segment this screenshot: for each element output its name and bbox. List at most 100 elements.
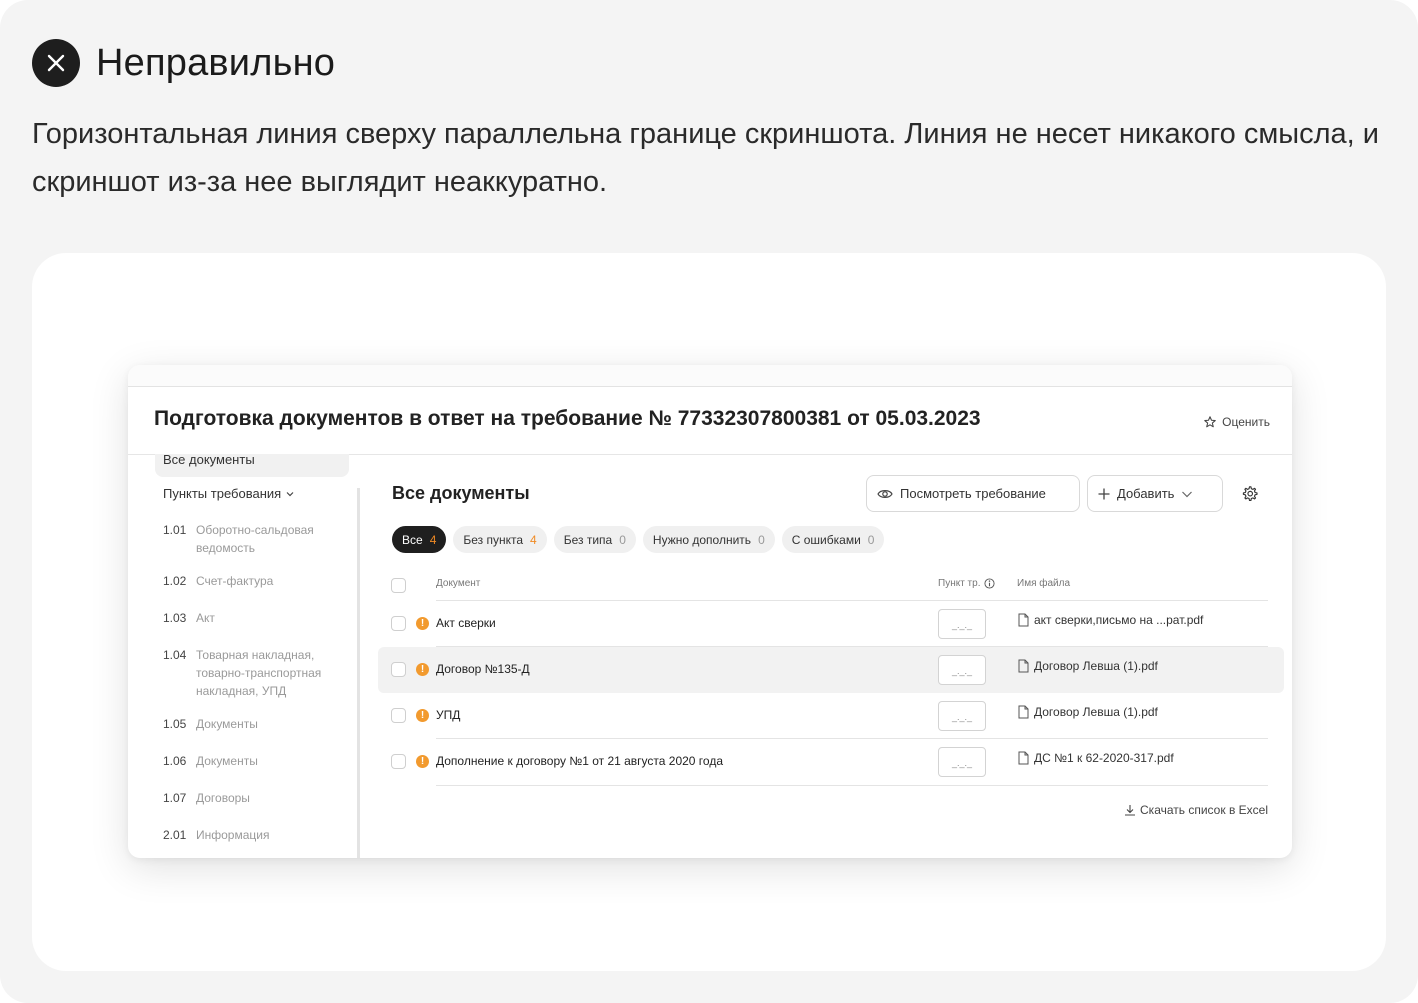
- sidebar-item-label: Счет-фактура: [196, 574, 274, 588]
- filter-label: С ошибками: [791, 532, 861, 547]
- sidebar-scrollbar[interactable]: [357, 488, 360, 858]
- filter-count: 4: [429, 532, 437, 547]
- sidebar-item-label: Документы: [196, 754, 258, 768]
- table-row[interactable]: ! УПД _._._ Договор Левша (1).pdf: [378, 693, 1284, 739]
- point-input[interactable]: _._._: [938, 655, 986, 685]
- row-checkbox[interactable]: [391, 708, 406, 723]
- sidebar-item-1-05[interactable]: 1.05 Документы: [163, 715, 336, 733]
- filter-chip-all[interactable]: Все 4: [392, 526, 447, 553]
- document-name[interactable]: Договор №135-Д: [436, 662, 530, 676]
- info-icon[interactable]: [984, 578, 996, 589]
- app-screenshot: Подготовка документов в ответ на требова…: [128, 365, 1292, 858]
- row-checkbox[interactable]: [391, 754, 406, 769]
- sidebar-item-number: 1.06: [163, 754, 187, 768]
- sidebar-item-label: Документы: [196, 717, 258, 731]
- row-checkbox[interactable]: [391, 662, 406, 677]
- sidebar-item-2-01[interactable]: 2.01 Информация: [163, 826, 336, 844]
- view-requirement-button[interactable]: Посмотреть требование: [866, 475, 1080, 512]
- column-header-document[interactable]: Документ: [436, 578, 480, 589]
- file-name-label: акт сверки,письмо на ...рат.pdf: [1034, 613, 1204, 627]
- sidebar-item-all-documents[interactable]: Все документы: [155, 454, 349, 477]
- point-input[interactable]: _._._: [938, 701, 986, 731]
- filter-label: Нужно дополнить: [652, 532, 752, 547]
- column-header-file[interactable]: Имя файла: [1017, 578, 1070, 589]
- eye-icon: [877, 489, 893, 498]
- sidebar-item-number: 1.04: [163, 648, 187, 662]
- file-name[interactable]: Договор Левша (1).pdf: [1018, 659, 1158, 673]
- point-input[interactable]: _._._: [938, 747, 986, 777]
- document-name[interactable]: Акт сверки: [436, 616, 496, 630]
- star-icon: [1204, 416, 1216, 428]
- sidebar-item-number: 1.05: [163, 717, 187, 731]
- document-name[interactable]: Дополнение к договору №1 от 21 августа 2…: [436, 754, 723, 768]
- warning-icon: !: [416, 709, 429, 722]
- download-excel-label: Скачать список в Excel: [1140, 803, 1268, 817]
- sidebar-item-label: Информация: [196, 828, 270, 842]
- warning-icon: !: [416, 663, 429, 676]
- sidebar-item-1-07[interactable]: 1.07 Договоры: [163, 789, 336, 807]
- filter-label: Без пункта: [463, 532, 524, 547]
- filter-chips: Все 4 Без пункта 4 Без типа 0 Нужно допо…: [392, 526, 885, 553]
- gear-icon[interactable]: [1241, 485, 1258, 502]
- sidebar-item-1-04[interactable]: 1.04 Товарная накладная, товарно-транспо…: [163, 646, 336, 700]
- status-heading: Неправильно: [96, 42, 336, 84]
- file-icon: [1018, 751, 1029, 765]
- sidebar-item-label: Товарная накладная, товарно-транспортная…: [196, 648, 322, 698]
- column-header-point-label: Пункт тр.: [938, 578, 981, 589]
- status-description: Горизонтальная линия сверху параллельна …: [32, 118, 1379, 198]
- file-icon: [1018, 613, 1029, 627]
- row-checkbox[interactable]: [391, 616, 406, 631]
- table-row[interactable]: ! Акт сверки _._._ акт сверки,письмо на …: [378, 601, 1284, 647]
- sidebar-section-toggle[interactable]: Пункты требования: [163, 486, 295, 501]
- filter-count: 0: [619, 532, 626, 547]
- point-input[interactable]: _._._: [938, 609, 986, 639]
- section-title: Все документы: [392, 483, 530, 503]
- filter-count: 4: [530, 532, 537, 547]
- sidebar-item-number: 1.01: [163, 523, 187, 537]
- warning-icon: !: [416, 755, 429, 768]
- chevron-down-icon: [286, 491, 294, 496]
- file-name[interactable]: акт сверки,письмо на ...рат.pdf: [1018, 613, 1203, 627]
- download-excel-link[interactable]: Скачать список в Excel: [1124, 803, 1268, 817]
- filter-label: Все: [402, 532, 423, 547]
- chevron-down-icon: [1182, 491, 1193, 497]
- table-row[interactable]: ! Договор №135-Д _._._ Договор Левша (1)…: [378, 647, 1284, 693]
- sidebar-item-number: 2.01: [163, 828, 187, 842]
- sidebar-item-label: Акт: [196, 611, 215, 625]
- row-divider: [436, 785, 1268, 786]
- table-row[interactable]: ! Дополнение к договору №1 от 21 августа…: [378, 739, 1284, 785]
- close-icon: [32, 39, 80, 87]
- filter-chip-errors[interactable]: С ошибками 0: [781, 526, 885, 553]
- warning-icon: !: [416, 617, 429, 630]
- page-title: Подготовка документов в ответ на требова…: [154, 407, 981, 430]
- download-icon: [1125, 805, 1136, 816]
- file-name[interactable]: ДС №1 к 62-2020-317.pdf: [1018, 751, 1174, 765]
- filter-count: 0: [758, 532, 765, 547]
- sidebar-item-1-01[interactable]: 1.01 Оборотно-сальдовая ведомость: [163, 521, 336, 557]
- plus-icon: [1098, 488, 1110, 499]
- sidebar-item-label: Оборотно-сальдовая ведомость: [196, 523, 314, 555]
- sidebar-item-1-03[interactable]: 1.03 Акт: [163, 609, 336, 627]
- document-name[interactable]: УПД: [436, 708, 460, 722]
- sidebar-item-label: Все документы: [163, 454, 255, 467]
- filter-chip-no-type[interactable]: Без типа 0: [553, 526, 636, 553]
- file-name-label: ДС №1 к 62-2020-317.pdf: [1034, 751, 1174, 765]
- sidebar-item-number: 1.07: [163, 791, 187, 805]
- filter-count: 0: [867, 532, 875, 547]
- sidebar-item-label: Договоры: [196, 791, 250, 805]
- rate-label: Оценить: [1222, 415, 1270, 429]
- filter-label: Без типа: [563, 532, 613, 547]
- file-icon: [1018, 705, 1029, 719]
- file-icon: [1018, 659, 1029, 673]
- filter-chip-no-point[interactable]: Без пункта 4: [453, 526, 547, 553]
- view-requirement-label: Посмотреть требование: [900, 486, 1046, 501]
- sidebar-item-1-06[interactable]: 1.06 Документы: [163, 752, 336, 770]
- add-button[interactable]: Добавить: [1087, 475, 1223, 512]
- top-stray-line: [128, 365, 1292, 387]
- column-header-point[interactable]: Пункт тр.: [938, 578, 996, 589]
- filter-chip-needs-addition[interactable]: Нужно дополнить 0: [642, 526, 775, 553]
- sidebar-item-1-02[interactable]: 1.02 Счет-фактура: [163, 572, 336, 590]
- rate-button[interactable]: Оценить: [1203, 415, 1270, 429]
- select-all-checkbox[interactable]: [391, 578, 406, 593]
- file-name[interactable]: Договор Левша (1).pdf: [1018, 705, 1158, 719]
